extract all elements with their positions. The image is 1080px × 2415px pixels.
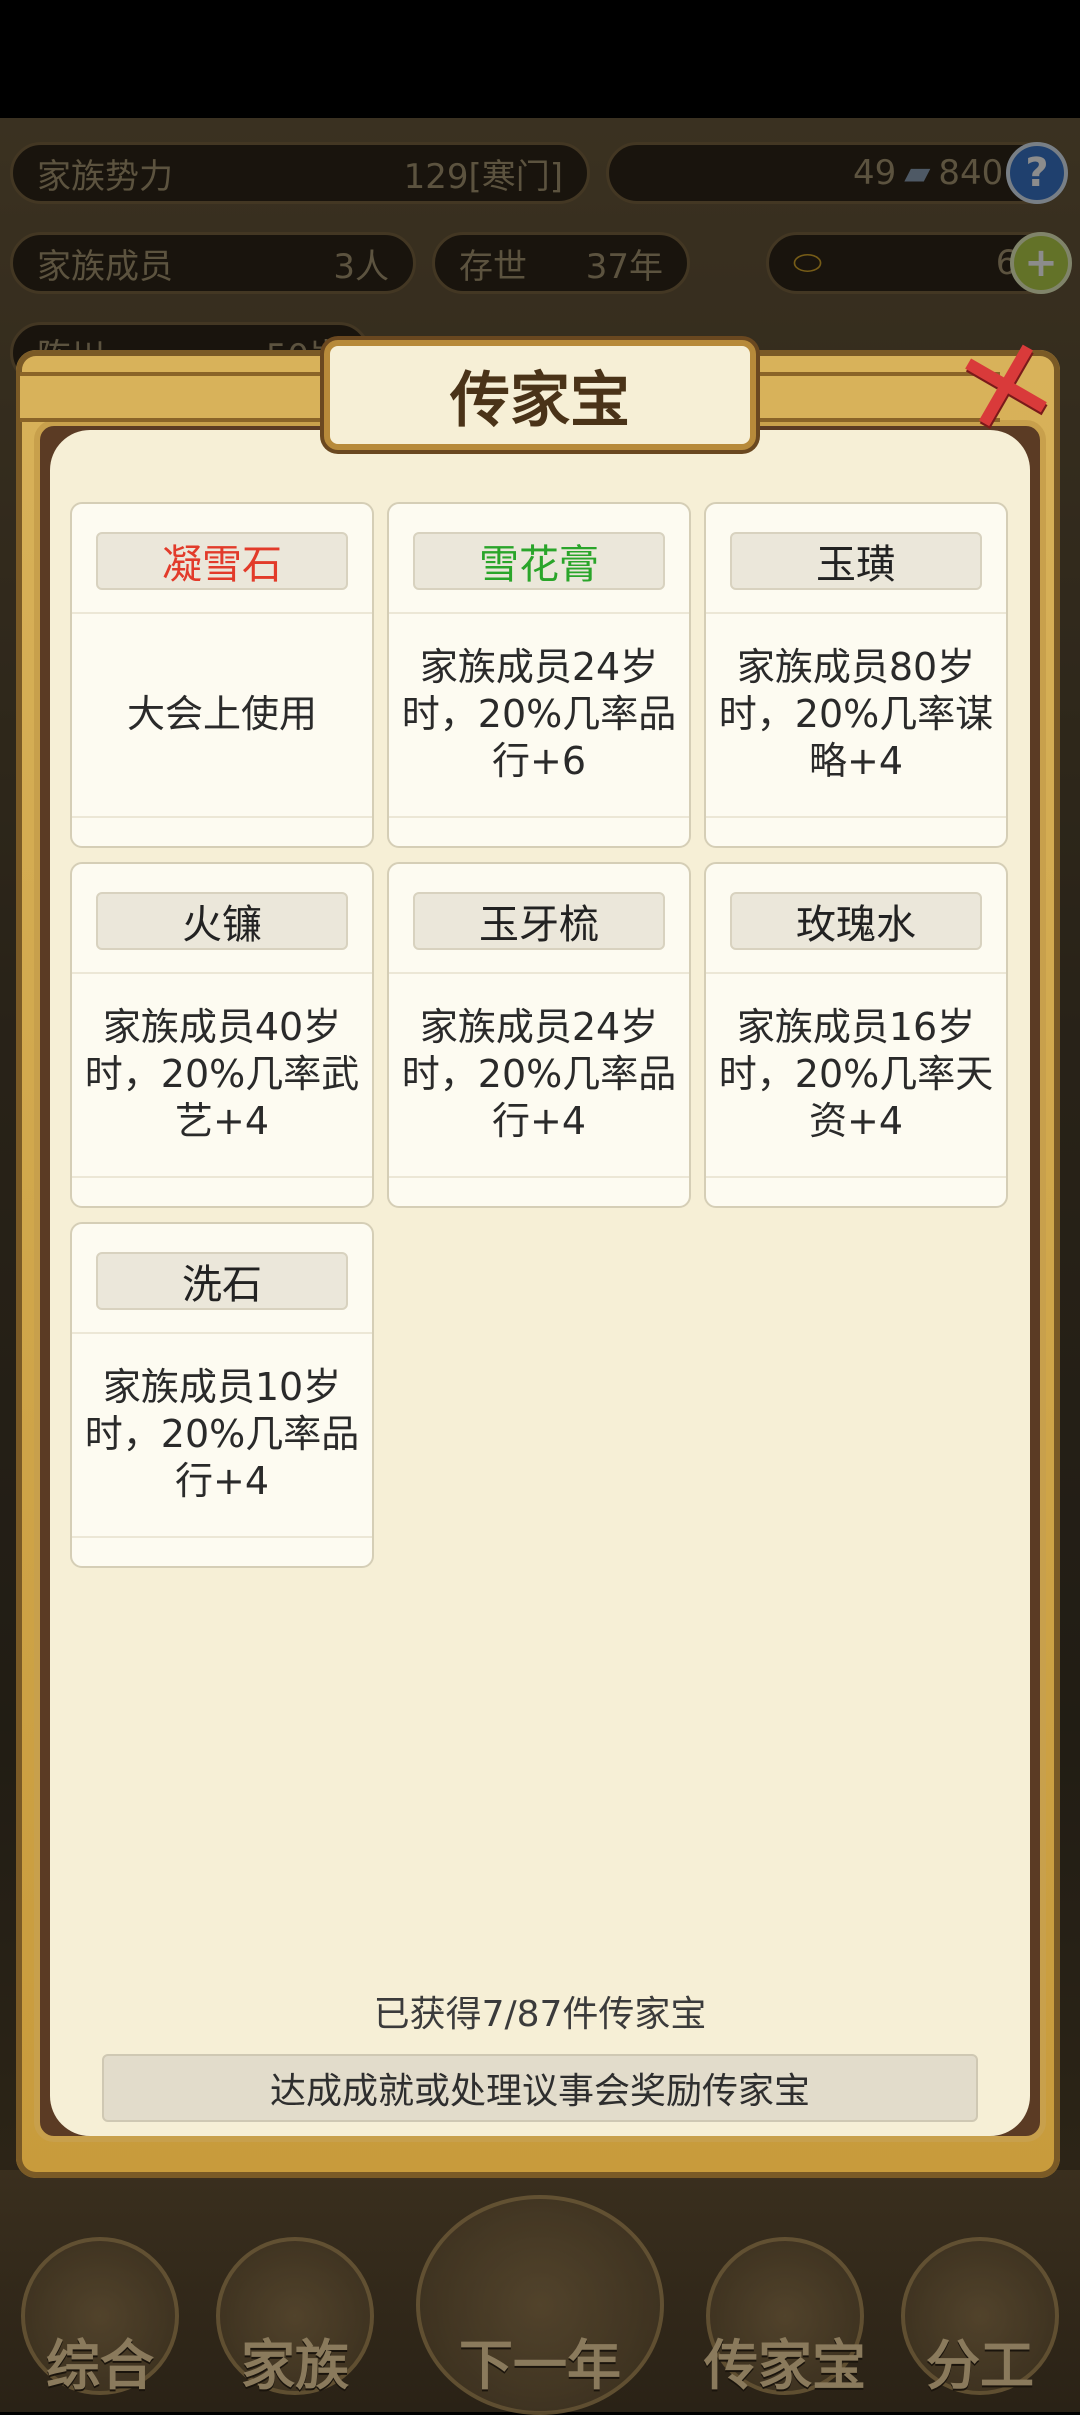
heirloom-name: 玫瑰水 xyxy=(730,892,982,950)
heirloom-desc: 家族成员24岁时，20%几率品行+6 xyxy=(401,644,677,783)
modal-title: 传家宝 xyxy=(324,340,756,450)
tab-label: 家族 xyxy=(241,2334,349,2397)
tab-label: 综合 xyxy=(46,2334,154,2397)
heirloom-desc: 大会上使用 xyxy=(126,691,317,736)
divider xyxy=(72,972,372,974)
heirloom-count: 已获得7/87件传家宝 xyxy=(373,1994,707,2035)
divider xyxy=(72,816,372,818)
title-wing-left xyxy=(20,372,330,422)
tab-label: 传家宝 xyxy=(704,2334,866,2397)
heirloom-desc: 家族成员40岁时，20%几率武艺+4 xyxy=(84,1004,360,1143)
tab-label: 下一年 xyxy=(459,2334,621,2397)
heirloom-card[interactable]: 玉牙梳 家族成员24岁时，20%几率品行+4 xyxy=(387,862,691,1208)
divider xyxy=(72,1176,372,1178)
tab-family[interactable]: 家族 xyxy=(210,2195,380,2397)
divider xyxy=(72,1536,372,1538)
heirloom-hint: 达成成就或处理议事会奖励传家宝 xyxy=(102,2054,978,2122)
heirloom-desc: 家族成员24岁时，20%几率品行+4 xyxy=(401,1004,677,1143)
divider xyxy=(389,1176,689,1178)
heirloom-desc: 家族成员16岁时，20%几率天资+4 xyxy=(718,1004,994,1143)
heirloom-name: 火镰 xyxy=(96,892,348,950)
divider xyxy=(706,1176,1006,1178)
divider xyxy=(389,972,689,974)
tab-label: 分工 xyxy=(926,2334,1034,2397)
divider xyxy=(706,816,1006,818)
divider xyxy=(72,612,372,614)
heirloom-name: 雪花膏 xyxy=(413,532,665,590)
divider xyxy=(706,972,1006,974)
divider xyxy=(389,816,689,818)
heirloom-card[interactable]: 雪花膏 家族成员24岁时，20%几率品行+6 xyxy=(387,502,691,848)
heirloom-desc: 家族成员80岁时，20%几率谋略+4 xyxy=(718,644,994,783)
tab-heirlooms[interactable]: 传家宝 xyxy=(700,2195,870,2397)
divider xyxy=(72,1332,372,1334)
heirloom-name: 玉牙梳 xyxy=(413,892,665,950)
divider xyxy=(706,612,1006,614)
tab-division[interactable]: 分工 xyxy=(895,2195,1065,2397)
heirloom-card[interactable]: 凝雪石 大会上使用 xyxy=(70,502,374,848)
status-bar xyxy=(0,0,1080,118)
heirloom-card[interactable]: 火镰 家族成员40岁时，20%几率武艺+4 xyxy=(70,862,374,1208)
heirloom-card[interactable]: 玉璜 家族成员80岁时，20%几率谋略+4 xyxy=(704,502,1008,848)
heirloom-card[interactable]: 洗石 家族成员10岁时，20%几率品行+4 xyxy=(70,1222,374,1568)
heirloom-card[interactable]: 玫瑰水 家族成员16岁时，20%几率天资+4 xyxy=(704,862,1008,1208)
divider xyxy=(389,612,689,614)
heirloom-name: 洗石 xyxy=(96,1252,348,1310)
heirloom-name: 凝雪石 xyxy=(96,532,348,590)
heirloom-name: 玉璜 xyxy=(730,532,982,590)
tab-general[interactable]: 综合 xyxy=(15,2195,185,2397)
tab-next-year[interactable]: 下一年 xyxy=(416,2195,664,2415)
heirloom-desc: 家族成员10岁时，20%几率品行+4 xyxy=(84,1364,360,1503)
